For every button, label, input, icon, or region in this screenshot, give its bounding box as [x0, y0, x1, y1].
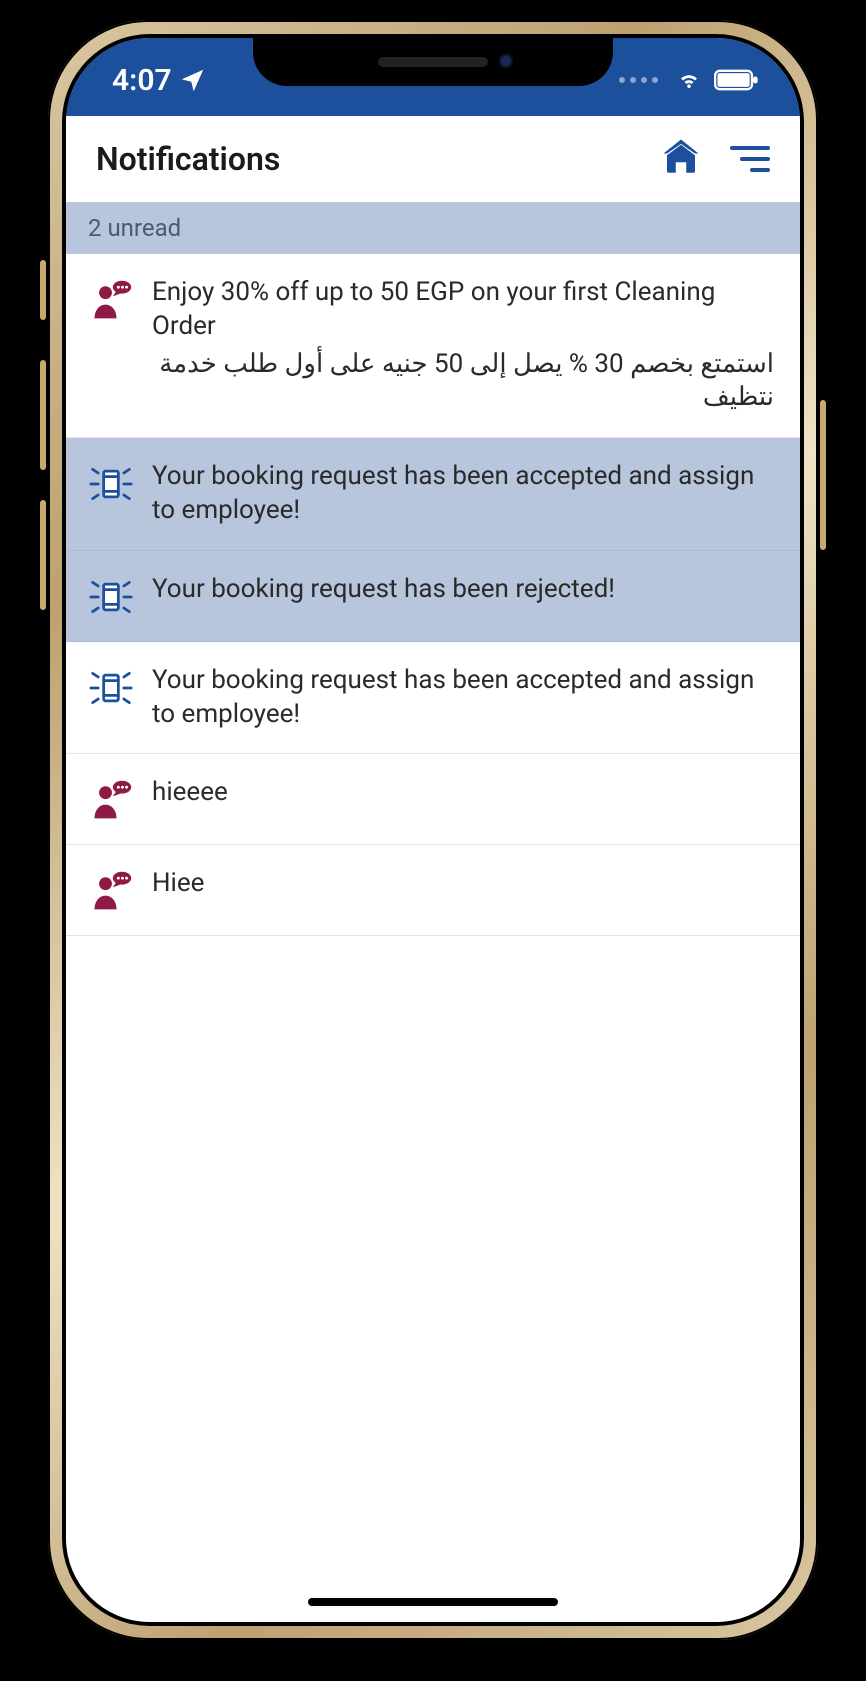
notch: [253, 38, 613, 86]
location-arrow-icon: [182, 69, 204, 91]
notification-item[interactable]: hieeee: [66, 754, 800, 845]
person-speech-icon: [88, 867, 134, 913]
signal-dots-icon: [619, 77, 658, 83]
notification-text: Hiee: [152, 867, 774, 901]
booking-icon: [88, 664, 134, 710]
notification-text: Your booking request has been accepted a…: [152, 460, 774, 528]
booking-icon: [88, 573, 134, 619]
notification-text: hieeee: [152, 776, 774, 810]
page-title: Notifications: [96, 140, 280, 178]
notification-text-line: Your booking request has been accepted a…: [152, 461, 754, 525]
phone-frame: 4:07: [48, 20, 818, 1640]
notification-text: Your booking request has been accepted a…: [152, 664, 774, 732]
notification-text-line-ar: استمتع بخصم 30 % يصل إلى 50 جنيه على أول…: [152, 348, 774, 416]
wifi-icon: [674, 68, 704, 92]
person-speech-icon: [88, 776, 134, 822]
notification-text: Your booking request has been rejected!: [152, 573, 774, 607]
notification-item[interactable]: Your booking request has been rejected!: [66, 551, 800, 642]
notification-item[interactable]: Your booking request has been accepted a…: [66, 642, 800, 755]
battery-icon: [714, 68, 760, 92]
home-indicator[interactable]: [308, 1598, 558, 1606]
filter-icon[interactable]: [730, 142, 770, 176]
notification-text-line: hieeee: [152, 777, 228, 807]
notification-item[interactable]: Enjoy 30% off up to 50 EGP on your first…: [66, 254, 800, 438]
unread-count-label: 2 unread: [88, 214, 181, 242]
front-camera: [499, 54, 513, 68]
notification-list[interactable]: Enjoy 30% off up to 50 EGP on your first…: [66, 254, 800, 1622]
notification-item[interactable]: Your booking request has been accepted a…: [66, 438, 800, 551]
screen: 4:07: [66, 38, 800, 1622]
speaker-grille: [378, 57, 488, 67]
person-speech-icon: [88, 276, 134, 322]
notification-text-line: Your booking request has been accepted a…: [152, 665, 754, 729]
notification-text-line: Your booking request has been rejected!: [152, 574, 615, 604]
notification-text: Enjoy 30% off up to 50 EGP on your first…: [152, 276, 774, 415]
notification-text-line: Enjoy 30% off up to 50 EGP on your first…: [152, 277, 715, 341]
unread-count-strip: 2 unread: [66, 202, 800, 254]
booking-icon: [88, 460, 134, 506]
home-icon[interactable]: [660, 136, 702, 182]
app-header: Notifications: [66, 116, 800, 202]
status-time: 4:07: [112, 63, 172, 98]
notification-item[interactable]: Hiee: [66, 845, 800, 936]
notification-text-line: Hiee: [152, 868, 204, 898]
